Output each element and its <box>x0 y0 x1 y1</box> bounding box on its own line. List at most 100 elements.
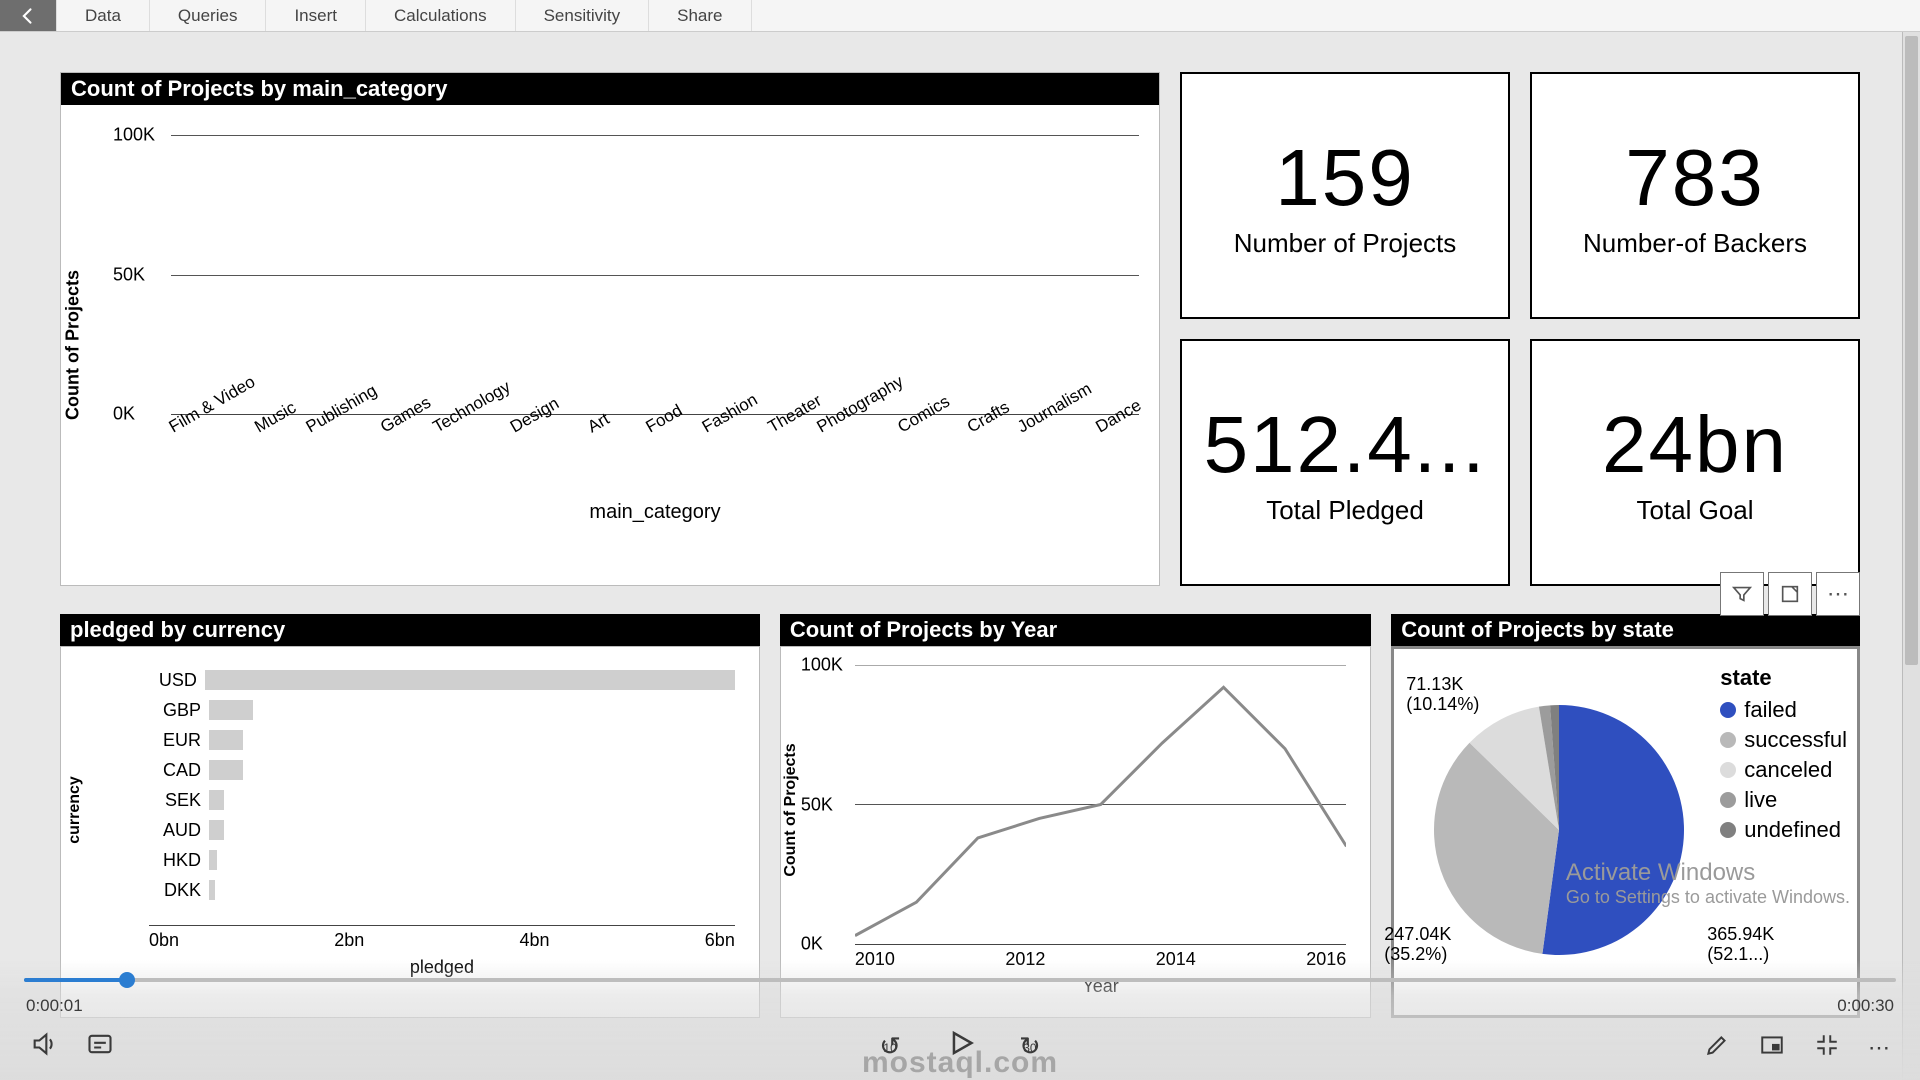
visual-header-icons: ⋯ <box>1720 572 1860 616</box>
x-tick: 4bn <box>520 930 550 951</box>
exit-fullscreen-icon[interactable] <box>1814 1032 1840 1064</box>
card-value: 512.4... <box>1204 399 1487 491</box>
legend-label: live <box>1744 787 1777 813</box>
legend-item-successful[interactable]: successful <box>1720 727 1847 753</box>
tab-calculations[interactable]: Calculations <box>366 0 516 31</box>
kpi-cards: 159 Number of Projects 783 Number-of Bac… <box>1180 72 1860 586</box>
legend-label: canceled <box>1744 757 1832 783</box>
ribbon: Data Queries Insert Calculations Sensiti… <box>0 0 1920 32</box>
skip-forward-button[interactable]: ↻30 <box>1019 1031 1041 1062</box>
currency-row-dkk[interactable]: DKK <box>149 875 735 905</box>
tab-share[interactable]: Share <box>649 0 751 31</box>
more-icon[interactable]: ⋯ <box>1868 1035 1890 1061</box>
y-axis-label: currency <box>66 776 84 844</box>
card-value: 783 <box>1625 132 1764 224</box>
filter-icon[interactable] <box>1720 572 1764 616</box>
chart-title: Count of Projects by main_category <box>61 73 1159 105</box>
activate-windows-watermark: Activate Windows Go to Settings to activ… <box>1566 859 1850 908</box>
x-tick: 2bn <box>334 930 364 951</box>
more-options-icon[interactable]: ⋯ <box>1816 572 1860 616</box>
currency-row-cad[interactable]: CAD <box>149 755 735 785</box>
y-tick: 50K <box>801 794 833 815</box>
legend-dot-icon <box>1720 762 1736 778</box>
currency-label: HKD <box>149 850 201 871</box>
currency-label: AUD <box>149 820 201 841</box>
legend-dot-icon <box>1720 822 1736 838</box>
card-label: Number-of Backers <box>1583 228 1807 259</box>
currency-label: USD <box>149 670 197 691</box>
y-tick: 100K <box>113 125 155 146</box>
legend-item-canceled[interactable]: canceled <box>1720 757 1847 783</box>
chart-projects-by-category[interactable]: Count of Projects by main_category Count… <box>60 72 1160 586</box>
y-axis-label: Count of Projects <box>782 743 800 876</box>
legend-item-live[interactable]: live <box>1720 787 1847 813</box>
currency-row-usd[interactable]: USD <box>149 665 735 695</box>
currency-label: DKK <box>149 880 201 901</box>
tab-queries[interactable]: Queries <box>150 0 267 31</box>
card-value: 24bn <box>1602 399 1788 491</box>
chart-projects-by-state[interactable]: ⋯ Count of Projects by state 71.13K(10.1… <box>1391 614 1860 1018</box>
play-button[interactable] <box>945 1028 975 1064</box>
currency-row-hkd[interactable]: HKD <box>149 845 735 875</box>
tab-insert[interactable]: Insert <box>266 0 366 31</box>
pie-chart: 71.13K(10.14%) 247.04K(35.2%) 365.94K(52… <box>1404 665 1704 1005</box>
legend-label: successful <box>1744 727 1847 753</box>
captions-icon[interactable] <box>86 1030 114 1064</box>
card-number-of-backers[interactable]: 783 Number-of Backers <box>1530 72 1860 319</box>
chart-projects-by-year[interactable]: Count of Projects by Year Count of Proje… <box>780 614 1371 1018</box>
card-label: Total Pledged <box>1266 495 1424 526</box>
card-total-pledged[interactable]: 512.4... Total Pledged <box>1180 339 1510 586</box>
x-tick: 0bn <box>149 930 179 951</box>
pie-svg <box>1434 705 1684 955</box>
legend-label: undefined <box>1744 817 1841 843</box>
time-current: 0:00:01 <box>26 996 83 1016</box>
pip-icon[interactable] <box>1758 1032 1786 1064</box>
chart-title: Count of Projects by state <box>1391 614 1860 646</box>
tab-data[interactable]: Data <box>56 0 150 31</box>
legend-header: state <box>1720 665 1847 691</box>
y-axis-label: Count of Projects <box>63 270 84 420</box>
report-canvas: Count of Projects by main_category Count… <box>0 32 1920 1018</box>
legend-dot-icon <box>1720 702 1736 718</box>
legend-label: failed <box>1744 697 1797 723</box>
time-total: 0:00:30 <box>1837 996 1894 1016</box>
y-tick: 50K <box>113 264 145 285</box>
legend-dot-icon <box>1720 732 1736 748</box>
focus-mode-icon[interactable] <box>1768 572 1812 616</box>
pie-data-label: 71.13K(10.14%) <box>1406 675 1479 715</box>
chart-title: pledged by currency <box>60 614 760 646</box>
currency-label: EUR <box>149 730 201 751</box>
card-total-goal[interactable]: 24bn Total Goal <box>1530 339 1860 586</box>
chart-pledged-by-currency[interactable]: pledged by currency currency USD GBP EUR CA… <box>60 614 760 1018</box>
skip-back-button[interactable]: ↺10 <box>879 1031 901 1062</box>
card-value: 159 <box>1275 132 1414 224</box>
volume-icon[interactable] <box>30 1030 58 1064</box>
card-label: Number of Projects <box>1234 228 1457 259</box>
legend-item-failed[interactable]: failed <box>1720 697 1847 723</box>
card-number-of-projects[interactable]: 159 Number of Projects <box>1180 72 1510 319</box>
currency-label: CAD <box>149 760 201 781</box>
arrow-left-icon <box>18 6 38 26</box>
back-button[interactable] <box>0 0 56 31</box>
currency-row-gbp[interactable]: GBP <box>149 695 735 725</box>
chart-title: Count of Projects by Year <box>780 614 1371 646</box>
legend-item-undefined[interactable]: undefined <box>1720 817 1847 843</box>
currency-row-eur[interactable]: EUR <box>149 725 735 755</box>
currency-row-sek[interactable]: SEK <box>149 785 735 815</box>
y-tick: 100K <box>801 655 843 676</box>
x-axis-label: main_category <box>171 495 1139 534</box>
y-tick: 0K <box>801 934 823 955</box>
currency-row-aud[interactable]: AUD <box>149 815 735 845</box>
currency-label: GBP <box>149 700 201 721</box>
legend-dot-icon <box>1720 792 1736 808</box>
edit-icon[interactable] <box>1704 1032 1730 1064</box>
card-label: Total Goal <box>1636 495 1753 526</box>
video-player-overlay: mostaql.com 0:00:01 0:00:30 ↺10 ↻30 ⋯ <box>0 960 1920 1080</box>
x-tick: 6bn <box>705 930 735 951</box>
y-tick: 0K <box>113 404 135 425</box>
line-chart-svg <box>855 665 1346 944</box>
ribbon-tabs: Data Queries Insert Calculations Sensiti… <box>56 0 1920 31</box>
currency-label: SEK <box>149 790 201 811</box>
seek-bar[interactable] <box>24 978 1896 982</box>
tab-sensitivity[interactable]: Sensitivity <box>516 0 650 31</box>
